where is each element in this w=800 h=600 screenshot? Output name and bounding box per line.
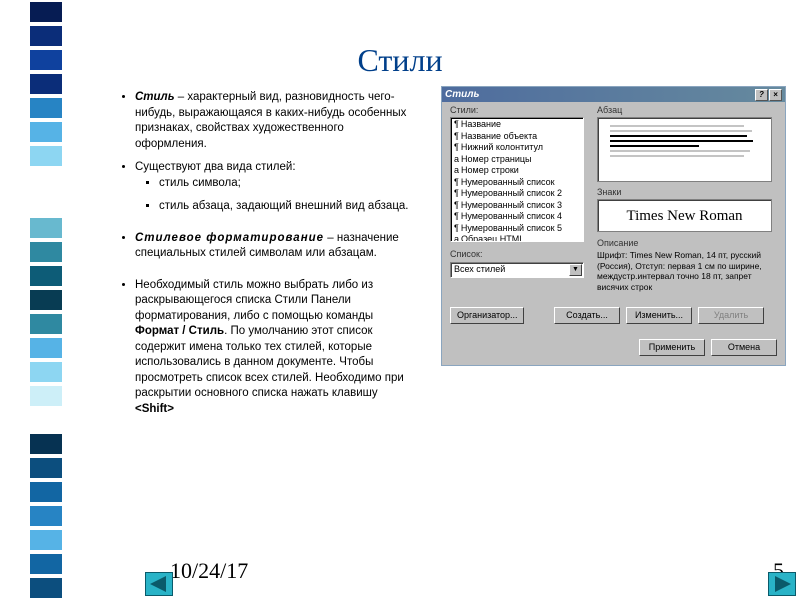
dialog-titlebar: Стиль ? × bbox=[442, 87, 785, 102]
create-button[interactable]: Создать... bbox=[554, 307, 620, 324]
bullet-1: Стиль – характерный вид, разновидность ч… bbox=[135, 90, 415, 152]
dialog-title: Стиль bbox=[445, 89, 479, 100]
sidebar-block bbox=[28, 144, 64, 168]
decorative-sidebar bbox=[28, 0, 64, 600]
list-item: ¶Нумерованный список bbox=[451, 177, 583, 189]
sidebar-block bbox=[28, 240, 64, 264]
list-item: ¶Нижний колонтитул bbox=[451, 142, 583, 154]
slide-title: Стили bbox=[0, 42, 800, 79]
sidebar-block bbox=[28, 576, 64, 600]
list-item: ¶Нумерованный список 3 bbox=[451, 200, 583, 212]
arrow-left-icon bbox=[146, 573, 172, 595]
sidebar-block bbox=[28, 264, 64, 288]
list-item: aОбразец HTML bbox=[451, 234, 583, 242]
footer-date: 10/24/17 bbox=[170, 558, 248, 584]
organizer-button[interactable]: Организатор... bbox=[450, 307, 524, 324]
label-chars: Знаки bbox=[597, 187, 621, 197]
bullet-3: Стилевое форматирование – назначение спе… bbox=[135, 231, 415, 262]
sidebar-block bbox=[28, 552, 64, 576]
list-item: ¶Название bbox=[451, 119, 583, 131]
prev-slide-button[interactable] bbox=[145, 572, 173, 596]
style-dialog: Стиль ? × Стили: ¶Название ¶Название объ… bbox=[441, 86, 786, 366]
sidebar-block bbox=[28, 288, 64, 312]
slide-body: Стиль – характерный вид, разновидность ч… bbox=[115, 90, 415, 425]
sidebar-block bbox=[28, 528, 64, 552]
next-slide-button[interactable] bbox=[768, 572, 796, 596]
list-item: ¶Нумерованный список 2 bbox=[451, 188, 583, 200]
sidebar-block bbox=[28, 96, 64, 120]
char-preview: Times New Roman bbox=[597, 199, 772, 232]
cancel-button[interactable]: Отмена bbox=[711, 339, 777, 356]
sidebar-block bbox=[28, 216, 64, 240]
list-item: aНомер строки bbox=[451, 165, 583, 177]
term-style: Стиль bbox=[135, 91, 175, 103]
subbullet-2a: стиль символа; bbox=[159, 176, 415, 192]
label-styles: Стили: bbox=[450, 105, 478, 115]
sidebar-block bbox=[28, 0, 64, 24]
label-description: Описание bbox=[597, 238, 638, 248]
sidebar-block bbox=[28, 336, 64, 360]
styles-listbox[interactable]: ¶Название ¶Название объекта ¶Нижний коло… bbox=[450, 117, 584, 242]
preview-font-name: Times New Roman bbox=[626, 208, 742, 224]
label-paragraph: Абзац bbox=[597, 105, 622, 115]
sidebar-block bbox=[28, 456, 64, 480]
close-button[interactable]: × bbox=[769, 89, 782, 101]
style-description: Шрифт: Times New Roman, 14 пт, русский (… bbox=[597, 250, 772, 293]
list-item: aНомер страницы bbox=[451, 154, 583, 166]
sidebar-block bbox=[28, 408, 64, 432]
apply-button[interactable]: Применить bbox=[639, 339, 705, 356]
arrow-right-icon bbox=[769, 573, 795, 595]
bullet-4: Необходимый стиль можно выбрать либо из … bbox=[135, 278, 415, 418]
list-combo[interactable]: Всех стилей ▼ bbox=[450, 262, 584, 278]
sidebar-block bbox=[28, 504, 64, 528]
list-item: ¶Нумерованный список 4 bbox=[451, 211, 583, 223]
sidebar-block bbox=[28, 120, 64, 144]
delete-button[interactable]: Удалить bbox=[698, 307, 764, 324]
list-item: ¶Название объекта bbox=[451, 131, 583, 143]
subbullet-2b: стиль абзаца, задающий внешний вид абзац… bbox=[159, 199, 415, 215]
modify-button[interactable]: Изменить... bbox=[626, 307, 692, 324]
help-button[interactable]: ? bbox=[755, 89, 768, 101]
paragraph-preview bbox=[597, 117, 772, 182]
sidebar-block bbox=[28, 312, 64, 336]
sidebar-block bbox=[28, 360, 64, 384]
sidebar-block bbox=[28, 168, 64, 192]
sidebar-block bbox=[28, 192, 64, 216]
sidebar-block bbox=[28, 480, 64, 504]
bullet-2: Существуют два вида стилей: стиль символ… bbox=[135, 160, 415, 215]
sidebar-block bbox=[28, 384, 64, 408]
chevron-down-icon: ▼ bbox=[569, 264, 582, 276]
sidebar-block bbox=[28, 432, 64, 456]
term-style-formatting: Стилевое форматирование bbox=[135, 232, 324, 244]
label-list: Список: bbox=[450, 249, 482, 259]
list-item: ¶Нумерованный список 5 bbox=[451, 223, 583, 235]
